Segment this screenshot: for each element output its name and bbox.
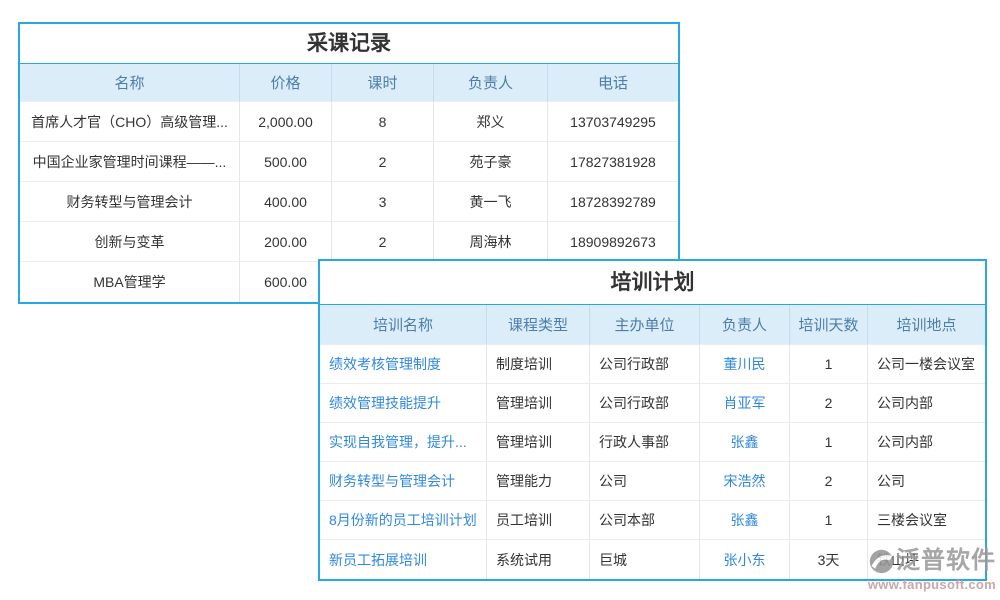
price-cell: 200.00 (240, 222, 332, 262)
column-header-manager: 负责人 (434, 64, 548, 102)
manager-link[interactable]: 张鑫 (700, 423, 790, 462)
course-name-cell: 中国企业家管理时间课程——... (20, 142, 240, 182)
course-name-cell: 财务转型与管理会计 (20, 182, 240, 222)
hours-cell: 8 (332, 102, 434, 142)
watermark-brand-row: 泛普软件 (862, 546, 996, 576)
fanpu-logo-icon (868, 548, 895, 575)
column-header-price: 价格 (240, 64, 332, 102)
watermark-brand-text: 泛普软件 (896, 546, 996, 576)
training-name-link[interactable]: 8月份新的员工培训计划 (320, 501, 487, 540)
training-table-title: 培训计划 (320, 261, 985, 305)
table-row: 首席人才官（CHO）高级管理... 2,000.00 8 郑义 13703749… (20, 102, 678, 142)
price-cell: 500.00 (240, 142, 332, 182)
hours-cell: 2 (332, 222, 434, 262)
course-type-cell: 管理培训 (487, 423, 590, 462)
location-cell: 三楼会议室 (868, 501, 985, 540)
phone-cell: 13703749295 (548, 102, 678, 142)
phone-cell: 17827381928 (548, 142, 678, 182)
course-name-cell: MBA管理学 (20, 262, 240, 302)
manager-link[interactable]: 张鑫 (700, 501, 790, 540)
column-header-course-type: 课程类型 (487, 305, 590, 345)
organizer-cell: 巨城 (590, 540, 700, 579)
column-header-phone: 电话 (548, 64, 678, 102)
training-name-link[interactable]: 新员工拓展培训 (320, 540, 487, 579)
organizer-cell: 公司 (590, 462, 700, 501)
course-type-cell: 制度培训 (487, 345, 590, 384)
days-cell: 1 (790, 501, 868, 540)
purchase-table-title: 采课记录 (20, 24, 678, 64)
course-name-cell: 创新与变革 (20, 222, 240, 262)
manager-cell: 周海林 (434, 222, 548, 262)
days-cell: 1 (790, 345, 868, 384)
training-name-link[interactable]: 财务转型与管理会计 (320, 462, 487, 501)
training-name-link[interactable]: 绩效管理技能提升 (320, 384, 487, 423)
price-cell: 2,000.00 (240, 102, 332, 142)
column-header-training-name: 培训名称 (320, 305, 487, 345)
days-cell: 2 (790, 462, 868, 501)
training-name-link[interactable]: 绩效考核管理制度 (320, 345, 487, 384)
hours-cell: 2 (332, 142, 434, 182)
table-row: 绩效管理技能提升 管理培训 公司行政部 肖亚军 2 公司内部 (320, 384, 985, 423)
column-header-organizer: 主办单位 (590, 305, 700, 345)
location-cell: 公司内部 (868, 384, 985, 423)
organizer-cell: 公司本部 (590, 501, 700, 540)
column-header-name: 名称 (20, 64, 240, 102)
table-row: 8月份新的员工培训计划 员工培训 公司本部 张鑫 1 三楼会议室 (320, 501, 985, 540)
column-header-manager: 负责人 (700, 305, 790, 345)
organizer-cell: 公司行政部 (590, 345, 700, 384)
location-cell: 公司 (868, 462, 985, 501)
price-cell: 400.00 (240, 182, 332, 222)
course-type-cell: 管理培训 (487, 384, 590, 423)
manager-cell: 黄一飞 (434, 182, 548, 222)
table-row: 实现自我管理，提升... 管理培训 行政人事部 张鑫 1 公司内部 (320, 423, 985, 462)
phone-cell: 18728392789 (548, 182, 678, 222)
phone-cell: 18909892673 (548, 222, 678, 262)
column-header-days: 培训天数 (790, 305, 868, 345)
course-type-cell: 管理能力 (487, 462, 590, 501)
manager-cell: 郑义 (434, 102, 548, 142)
purchase-table-header-row: 名称 价格 课时 负责人 电话 (20, 64, 678, 102)
table-row: 中国企业家管理时间课程——... 500.00 2 苑子豪 1782738192… (20, 142, 678, 182)
manager-link[interactable]: 董川民 (700, 345, 790, 384)
organizer-cell: 公司行政部 (590, 384, 700, 423)
manager-cell: 苑子豪 (434, 142, 548, 182)
table-row: 财务转型与管理会计 400.00 3 黄一飞 18728392789 (20, 182, 678, 222)
column-header-hours: 课时 (332, 64, 434, 102)
location-cell: 公司一楼会议室 (868, 345, 985, 384)
days-cell: 3天 (790, 540, 868, 579)
table-row: 创新与变革 200.00 2 周海林 18909892673 (20, 222, 678, 262)
course-type-cell: 员工培训 (487, 501, 590, 540)
fanpu-watermark: 泛普软件 www.fanpusoft.com (862, 546, 996, 592)
organizer-cell: 行政人事部 (590, 423, 700, 462)
table-row: 绩效考核管理制度 制度培训 公司行政部 董川民 1 公司一楼会议室 (320, 345, 985, 384)
days-cell: 2 (790, 384, 868, 423)
days-cell: 1 (790, 423, 868, 462)
course-type-cell: 系统试用 (487, 540, 590, 579)
course-name-cell: 首席人才官（CHO）高级管理... (20, 102, 240, 142)
training-table-header-row: 培训名称 课程类型 主办单位 负责人 培训天数 培训地点 (320, 305, 985, 345)
location-cell: 公司内部 (868, 423, 985, 462)
training-name-link[interactable]: 实现自我管理，提升... (320, 423, 487, 462)
watermark-url-text: www.fanpusoft.com (862, 577, 996, 592)
column-header-location: 培训地点 (868, 305, 985, 345)
manager-link[interactable]: 肖亚军 (700, 384, 790, 423)
table-row: 财务转型与管理会计 管理能力 公司 宋浩然 2 公司 (320, 462, 985, 501)
manager-link[interactable]: 张小东 (700, 540, 790, 579)
training-plan-table: 培训计划 培训名称 课程类型 主办单位 负责人 培训天数 培训地点 绩效考核管理… (318, 259, 987, 581)
page-canvas: 采课记录 名称 价格 课时 负责人 电话 首席人才官（CHO）高级管理... 2… (0, 0, 1000, 600)
manager-link[interactable]: 宋浩然 (700, 462, 790, 501)
hours-cell: 3 (332, 182, 434, 222)
